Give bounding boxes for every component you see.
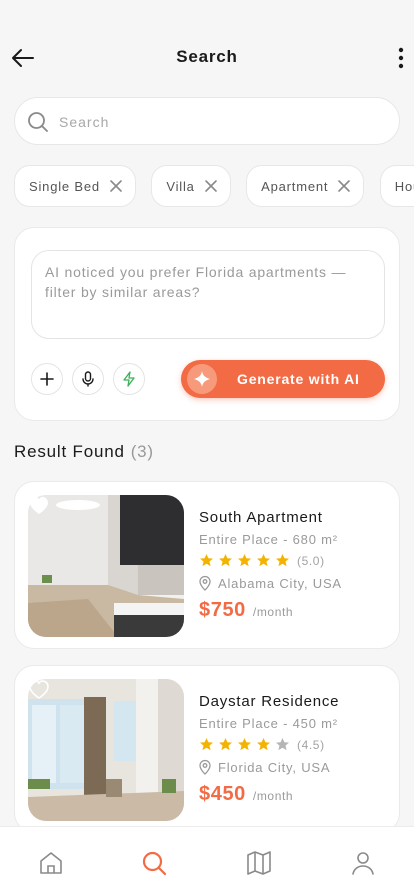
heart-icon[interactable] — [28, 679, 50, 699]
heart-icon[interactable] — [28, 495, 50, 515]
star-icon — [238, 738, 251, 751]
filter-chip-villa[interactable]: Villa — [151, 165, 231, 207]
search-icon[interactable] — [141, 850, 167, 876]
rating-stars: (4.5) — [199, 737, 325, 752]
property-photo — [28, 679, 184, 821]
location-pin-icon — [199, 575, 211, 591]
property-price: $450 /month — [199, 783, 293, 806]
property-price: $750 /month — [199, 599, 293, 622]
property-name: South Apartment — [199, 509, 323, 526]
generate-with-ai-button[interactable]: Generate with AI — [181, 360, 385, 398]
filter-chip-house[interactable]: Hou — [379, 165, 414, 207]
lightning-icon — [123, 371, 135, 387]
close-icon[interactable] — [337, 179, 351, 193]
search-bar[interactable] — [14, 97, 400, 145]
property-meta: Entire Place - 450 m² — [199, 716, 338, 731]
price-amount: $450 — [199, 783, 246, 805]
close-icon[interactable] — [109, 179, 123, 193]
star-icon — [238, 554, 251, 567]
filter-chip-apartment[interactable]: Apartment — [246, 165, 365, 207]
generate-label: Generate with AI — [237, 371, 360, 387]
property-photo — [28, 495, 184, 637]
property-card[interactable]: Daystar Residence Entire Place - 450 m² … — [14, 665, 400, 833]
star-icon — [276, 554, 289, 567]
profile-icon[interactable] — [350, 850, 376, 876]
star-empty-icon — [276, 738, 289, 751]
filter-chip-label: Villa — [166, 178, 195, 194]
filter-chip-label: Single Bed — [29, 178, 100, 194]
location-text: Florida City, USA — [218, 759, 331, 775]
property-card[interactable]: South Apartment Entire Place - 680 m² (5… — [14, 481, 400, 649]
top-bar: Search — [0, 36, 414, 80]
results-heading: Result Found (3) — [14, 442, 154, 462]
property-location: Alabama City, USA — [197, 575, 342, 591]
voice-button[interactable] — [72, 363, 104, 395]
rating-value: (5.0) — [297, 553, 325, 568]
sparkle-icon — [187, 364, 217, 394]
rating-value: (4.5) — [297, 737, 325, 752]
star-icon — [257, 554, 270, 567]
property-meta: Entire Place - 680 m² — [199, 532, 338, 547]
results-label: Result Found — [14, 442, 125, 461]
star-icon — [200, 554, 213, 567]
microphone-icon — [82, 371, 94, 387]
page-title: Search — [176, 47, 238, 66]
search-icon — [28, 112, 48, 132]
price-period: /month — [252, 605, 294, 619]
search-input[interactable] — [59, 110, 379, 134]
price-amount: $750 — [199, 599, 246, 621]
home-icon[interactable] — [38, 850, 64, 876]
ai-suggestion-card: AI noticed you prefer Florida apartments… — [14, 227, 400, 421]
property-location: Florida City, USA — [197, 759, 330, 775]
location-text: Alabama City, USA — [218, 575, 342, 591]
plus-icon — [40, 372, 54, 386]
quick-action-button[interactable] — [113, 363, 145, 395]
price-period: /month — [252, 789, 294, 803]
filter-chip-single-bed[interactable]: Single Bed — [14, 165, 136, 207]
ai-prompt-input[interactable]: AI noticed you prefer Florida apartments… — [31, 250, 385, 339]
bottom-tab-bar — [0, 826, 414, 896]
star-icon — [200, 738, 213, 751]
close-icon[interactable] — [204, 179, 218, 193]
results-count: (3) — [130, 442, 154, 461]
star-icon — [257, 738, 270, 751]
more-options-icon[interactable] — [394, 46, 408, 70]
property-name: Daystar Residence — [199, 693, 340, 710]
filter-chips: Single Bed Villa Apartment Hou — [14, 165, 414, 207]
star-icon — [219, 554, 232, 567]
filter-chip-label: Hou — [394, 178, 414, 194]
map-icon[interactable] — [246, 850, 272, 876]
rating-stars: (5.0) — [199, 553, 325, 568]
location-pin-icon — [199, 759, 211, 775]
add-button[interactable] — [31, 363, 63, 395]
filter-chip-label: Apartment — [261, 178, 329, 194]
star-icon — [219, 738, 232, 751]
